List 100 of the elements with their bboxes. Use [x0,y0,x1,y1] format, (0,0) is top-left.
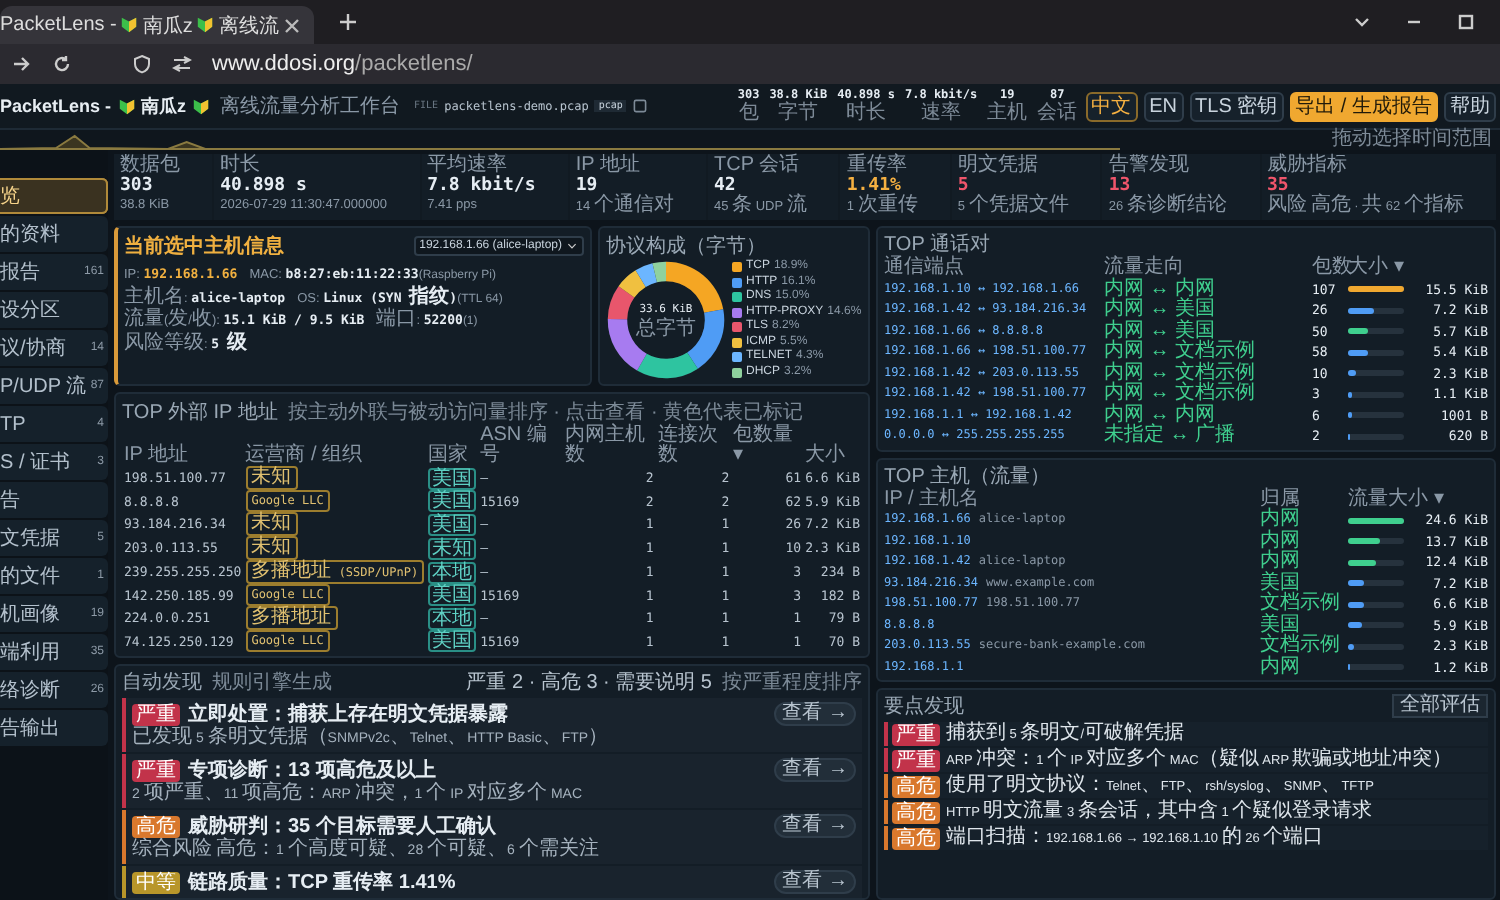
kpi-value: 35 [1267,176,1289,196]
sidebar-item[interactable]: 览 [0,178,108,214]
browser-tab[interactable]: PacketLens - 南瓜z 离线流 [0,6,315,44]
kpi-label: 重传率 [846,156,909,176]
severity-tag: 严重 [892,749,940,771]
column-header[interactable]: 大小 [803,426,862,466]
header-button[interactable]: TLS 密钥 [1189,91,1284,121]
header-button[interactable]: 帮助 [1444,91,1496,121]
kpi-label: IP 地址 [575,156,642,176]
host-zone: 内网 [1260,510,1302,530]
host-zone: 美国 [1260,615,1300,635]
host-zone: 文档示例 [1260,594,1342,614]
tab-title: 南瓜z [142,13,193,39]
column-header[interactable]: 运营商 / 组织 [243,426,427,466]
session-direction: 内网 ↔ 美国 [1104,321,1216,341]
kpi-value: 303 [120,176,155,196]
kpi-label: 明文凭据 [957,156,1040,176]
column-header[interactable]: 流量走向 [1104,258,1308,279]
tab-title: 离线流 [218,13,279,39]
panel-title: TOP 外部 IP 地址 [122,399,278,426]
chevron-down-icon[interactable] [1352,12,1372,32]
traffic-sparkline[interactable] [0,130,1120,150]
tab-title: PacketLens - [0,14,117,36]
language-toggle[interactable]: EN [1143,91,1184,121]
session-direction: 未指定 ↔ 广播 [1104,426,1238,447]
shield-icon [132,54,152,74]
column-header[interactable]: 归属 [1260,489,1344,510]
assess-all-button[interactable]: 全部评估 [1392,694,1488,718]
column-header[interactable]: 包数量 ▾ [731,426,804,466]
new-tab-icon[interactable] [338,12,359,32]
app-subtitle: 离线流量分析工作台 [220,93,401,120]
forward-icon[interactable] [12,54,32,74]
column-header[interactable]: 通信端点 [884,258,1100,279]
beginner-badge-icon [196,16,215,34]
panel-subtitle: 规则引擎生成 [212,669,332,696]
panel-title: 自动发现 [122,670,202,696]
host-zone: 美国 [1260,573,1300,593]
caret-icon[interactable] [566,240,578,252]
finding-title: 链路质量：TCP 重传率 1.41% [188,868,456,896]
session-direction: 内网 ↔ 内网 [1104,405,1216,425]
kpi-label: 时长 [220,156,263,176]
panel-note: 按主动外联与被动访问量排序 · 点击查看 · 黄色代表已标记 [287,399,804,424]
close-icon[interactable] [282,15,303,35]
country-tag: 本地 [428,561,477,583]
country-tag: 美国 [428,490,477,512]
app-brand: 南瓜z [141,93,187,119]
app-brand: PacketLens - [0,96,112,116]
sidebar-item[interactable]: 的资料 [0,216,108,252]
sidebar-item[interactable]: 设分区 [0,292,108,328]
stat-label: 时长 [846,104,887,124]
column-header[interactable]: 连接次数 [655,426,732,466]
sidebar-item[interactable]: 告输出 [0,710,108,746]
view-button[interactable]: 查看 → [774,814,856,838]
findings-summary: 严重 2 · 高危 3 · 需要说明 5 [466,669,712,696]
org-tag: 未知 [245,466,298,490]
header-button[interactable]: 导出 / 生成报告 [1289,91,1438,121]
severity-tag: 中等 [132,871,180,893]
stat-label: 包 [738,104,759,124]
severity-tag: 严重 [132,703,180,725]
view-button[interactable]: 查看 → [774,758,856,782]
kpi-value: 5 [957,176,969,196]
severity-tag: 严重 [892,723,940,745]
column-header[interactable]: 流量大小 ▾ [1348,489,1488,510]
view-button[interactable]: 查看 → [774,870,856,894]
stat-label: 主机 [987,104,1028,124]
column-header[interactable]: IP 地址 [122,426,244,466]
severity-tag: 高危 [132,815,180,837]
language-toggle[interactable]: 中文 [1085,91,1138,121]
maximize-icon[interactable] [1456,12,1476,32]
column-header[interactable]: 国家 [426,426,479,466]
session-direction: 内网 ↔ 文档示例 [1104,363,1258,383]
column-header[interactable]: 内网主机数 [562,426,656,466]
timeline-hint: 拖动选择时间范围 [1332,130,1492,150]
country-tag: 美国 [428,513,477,535]
sidebar-item[interactable]: 告 [0,482,108,518]
stat-label: 速率 [921,104,962,124]
column-header[interactable]: 大小 ▾ [1348,258,1488,279]
session-direction: 内网 ↔ 美国 [1104,300,1218,320]
reload-icon[interactable] [52,54,72,74]
column-header[interactable]: ASN 编号 [478,426,563,466]
permissions-icon[interactable] [172,54,192,74]
host-zone: 内网 [1260,552,1302,572]
kpi-label: 平均速率 [427,156,508,176]
kpi-value: 42 [713,176,736,196]
donut-label: 总字节 [636,320,696,338]
severity-tag: 高危 [892,801,940,823]
address-field[interactable]: www.ddosi.org/packetlens/ [212,52,473,76]
country-tag: 美国 [428,467,477,489]
kpi-label: 数据包 [120,156,182,176]
severity-tag: 高危 [892,827,940,849]
panel-title: 协议构成（字节） [606,236,766,258]
beginner-badge-icon [120,16,139,34]
host-zone: 内网 [1260,657,1302,678]
country-tag: 本地 [428,607,477,629]
column-header[interactable]: IP / 主机名 [884,489,1256,510]
sort-hint: 按严重程度排序 [722,669,862,696]
kpi-value: 13 [1108,176,1131,196]
session-direction: 内网 ↔ 文档示例 [1104,384,1258,404]
beginner-badge-icon [192,97,211,115]
view-button[interactable]: 查看 → [774,702,856,726]
